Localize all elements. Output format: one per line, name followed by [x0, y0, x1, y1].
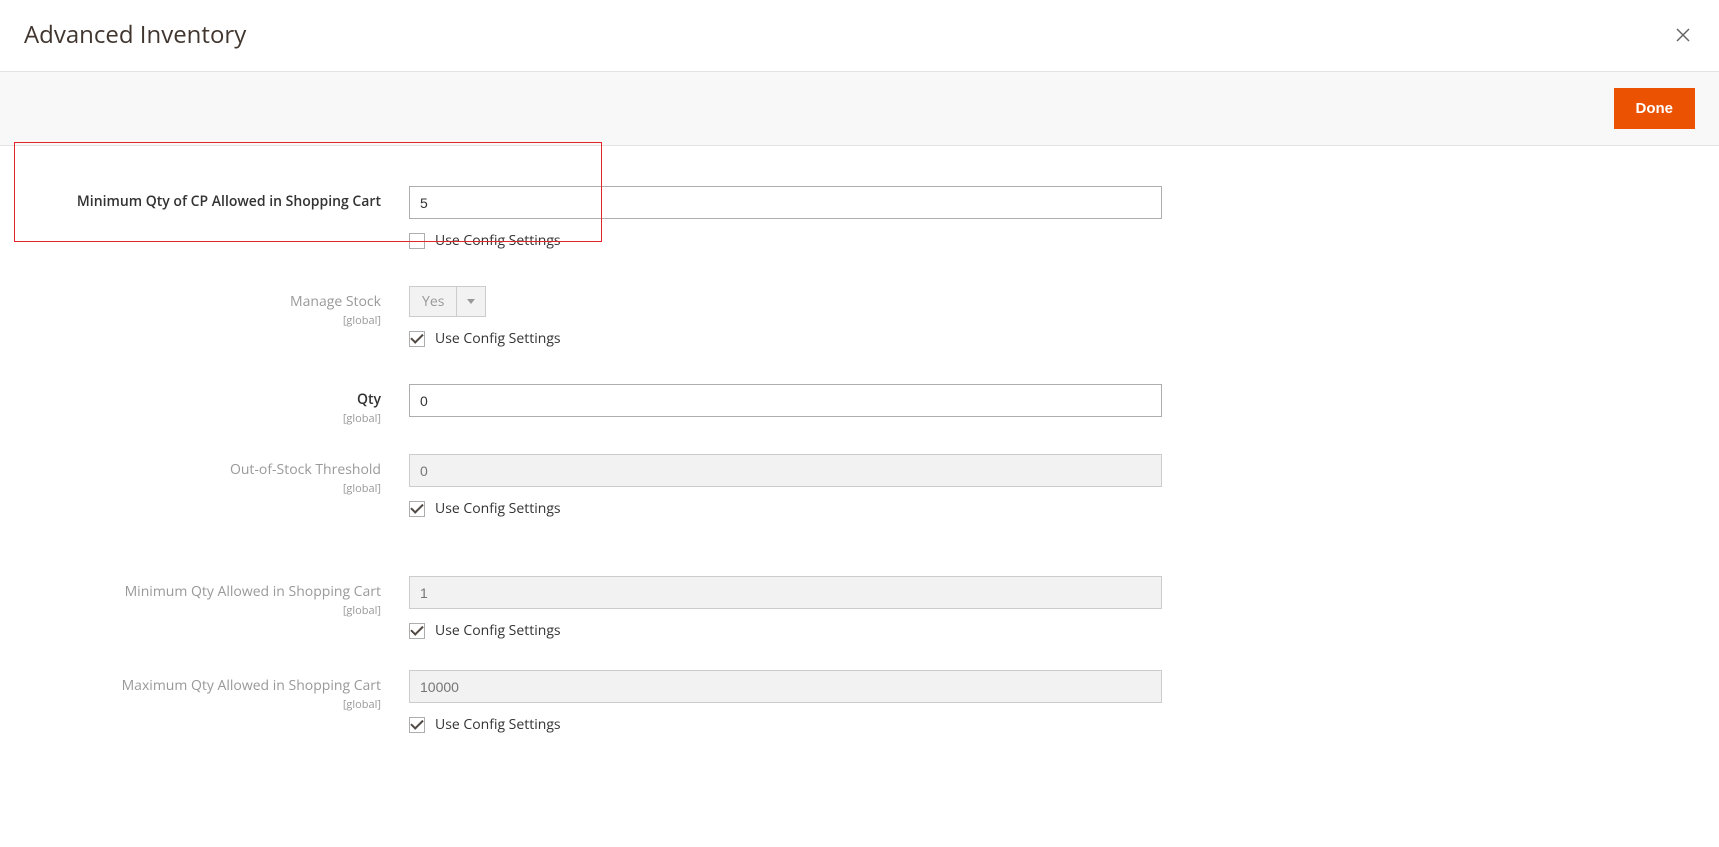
label-col: Manage Stock [global] [24, 286, 409, 328]
label-col: Out-of-Stock Threshold [global] [24, 454, 409, 496]
field-row-max-qty: Maximum Qty Allowed in Shopping Cart [gl… [24, 670, 1695, 734]
field-row-qty: Qty [global] [24, 384, 1695, 426]
use-config-checkbox-manage-stock[interactable] [409, 331, 425, 347]
modal-header: Advanced Inventory [0, 0, 1719, 71]
label-col: Qty [global] [24, 384, 409, 426]
field-label: Minimum Qty Allowed in Shopping Cart [24, 582, 381, 601]
field-row-min-cp-qty: Minimum Qty of CP Allowed in Shopping Ca… [24, 186, 1695, 250]
min-cp-qty-input[interactable] [409, 186, 1162, 219]
field-row-out-of-stock-threshold: Out-of-Stock Threshold [global] Use Conf… [24, 454, 1695, 518]
field-label: Qty [24, 390, 381, 409]
use-config-checkbox-min-qty[interactable] [409, 623, 425, 639]
label-col: Minimum Qty of CP Allowed in Shopping Ca… [24, 186, 409, 211]
use-config-label: Use Config Settings [435, 499, 561, 518]
use-config-label: Use Config Settings [435, 621, 561, 640]
field-scope: [global] [24, 313, 381, 328]
field-label: Maximum Qty Allowed in Shopping Cart [24, 676, 381, 695]
use-config-checkbox-oos-threshold[interactable] [409, 501, 425, 517]
field-label: Out-of-Stock Threshold [24, 460, 381, 479]
use-config-row: Use Config Settings [409, 715, 1162, 734]
max-qty-input [409, 670, 1162, 703]
field-col: Use Config Settings [409, 670, 1162, 734]
field-row-manage-stock: Manage Stock [global] Yes Use Config Set… [24, 286, 1695, 348]
min-qty-input [409, 576, 1162, 609]
chevron-down-icon [457, 287, 485, 316]
use-config-row: Use Config Settings [409, 621, 1162, 640]
use-config-row: Use Config Settings [409, 329, 1162, 348]
close-icon [1674, 26, 1692, 44]
use-config-row: Use Config Settings [409, 499, 1162, 518]
field-col: Yes Use Config Settings [409, 286, 1162, 348]
done-button[interactable]: Done [1614, 88, 1696, 129]
use-config-checkbox-max-qty[interactable] [409, 717, 425, 733]
manage-stock-select: Yes [409, 286, 486, 317]
field-col: Use Config Settings [409, 454, 1162, 518]
field-label: Manage Stock [24, 292, 381, 311]
label-col: Maximum Qty Allowed in Shopping Cart [gl… [24, 670, 409, 712]
label-col: Minimum Qty Allowed in Shopping Cart [gl… [24, 576, 409, 618]
form-area: Minimum Qty of CP Allowed in Shopping Ca… [0, 146, 1719, 766]
field-scope: [global] [24, 603, 381, 618]
field-row-min-qty: Minimum Qty Allowed in Shopping Cart [gl… [24, 576, 1695, 640]
modal-title: Advanced Inventory [24, 18, 246, 51]
action-bar: Done [0, 71, 1719, 146]
field-scope: [global] [24, 481, 381, 496]
out-of-stock-threshold-input [409, 454, 1162, 487]
close-button[interactable] [1671, 23, 1695, 47]
qty-input[interactable] [409, 384, 1162, 417]
field-label: Minimum Qty of CP Allowed in Shopping Ca… [24, 192, 381, 211]
use-config-label: Use Config Settings [435, 329, 561, 348]
field-scope: [global] [24, 411, 381, 426]
use-config-label: Use Config Settings [435, 231, 561, 250]
field-scope: [global] [24, 697, 381, 712]
field-col [409, 384, 1162, 417]
select-value: Yes [410, 287, 457, 316]
use-config-checkbox-min-cp-qty[interactable] [409, 233, 425, 249]
field-col: Use Config Settings [409, 186, 1162, 250]
use-config-label: Use Config Settings [435, 715, 561, 734]
use-config-row: Use Config Settings [409, 231, 1162, 250]
field-col: Use Config Settings [409, 576, 1162, 640]
